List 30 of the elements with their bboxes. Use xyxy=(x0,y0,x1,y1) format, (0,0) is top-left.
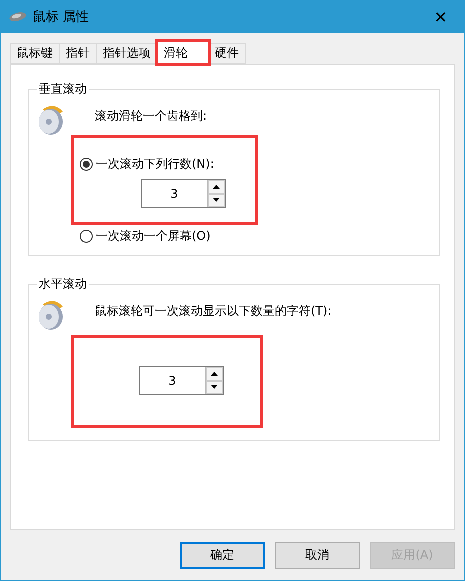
spinner-value: 3 xyxy=(168,372,178,390)
tab[interactable]: 指针 xyxy=(59,43,97,64)
radio-button[interactable] xyxy=(80,158,93,171)
prompt-text: 鼠标滚轮可一次滚动显示以下数量的字符(T): xyxy=(95,303,333,320)
spin-up-button[interactable] xyxy=(208,180,225,194)
spin-up-button[interactable] xyxy=(206,367,223,380)
number-spinner[interactable]: 3 xyxy=(141,179,226,208)
tab[interactable]: 滑轮 xyxy=(157,41,209,64)
tab[interactable]: 硬件 xyxy=(208,43,246,64)
spin-down-button[interactable] xyxy=(206,380,223,394)
group-title: 垂直滚动 xyxy=(38,81,88,98)
up-arrow-icon xyxy=(213,184,220,189)
number-spinner[interactable]: 3 xyxy=(139,366,224,395)
radio-label: 一次滚动下列行数(N): xyxy=(96,156,214,173)
down-arrow-icon xyxy=(213,198,220,202)
close-button[interactable]: ✕ xyxy=(418,8,464,26)
radio-label: 一次滚动一个屏幕(O) xyxy=(96,228,211,245)
spinner-value: 3 xyxy=(170,186,180,202)
radio-button[interactable] xyxy=(80,230,93,243)
mouse-icon xyxy=(9,12,27,22)
up-arrow-icon xyxy=(211,372,218,376)
prompt-text: 滚动滑轮一个齿格到: xyxy=(95,108,208,125)
tab[interactable]: 鼠标键 xyxy=(10,43,60,64)
down-arrow-icon xyxy=(211,385,218,390)
group-title: 水平滚动 xyxy=(38,276,88,293)
window-title: 鼠标 属性 xyxy=(33,9,90,26)
dialog-button[interactable]: 取消 xyxy=(275,542,360,569)
spin-down-button[interactable] xyxy=(208,194,225,207)
dialog-button[interactable]: 确定 xyxy=(180,542,265,569)
tab[interactable]: 指针选项 xyxy=(96,43,158,64)
